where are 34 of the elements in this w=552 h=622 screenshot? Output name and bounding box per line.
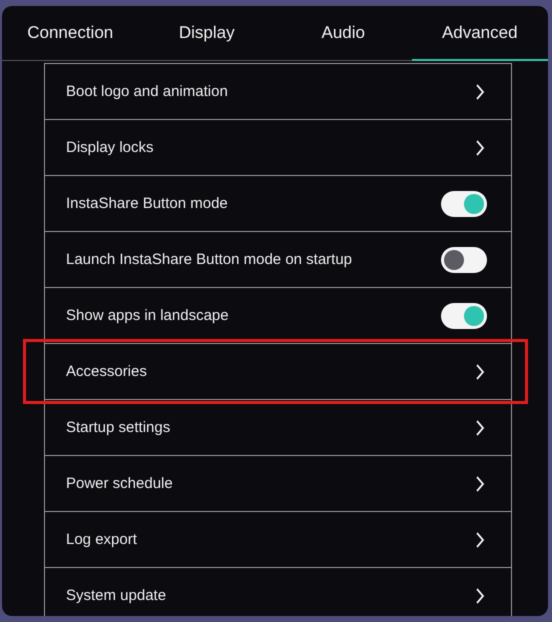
setting-label: Boot logo and animation: [66, 83, 228, 100]
chevron-right-icon: [475, 532, 485, 548]
settings-row[interactable]: Power schedule: [45, 456, 511, 512]
chevron-right-icon: [475, 588, 485, 604]
setting-label: Show apps in landscape: [66, 307, 229, 324]
settings-row[interactable]: Display locks: [45, 120, 511, 176]
settings-row[interactable]: Log export: [45, 512, 511, 568]
tab[interactable]: Audio: [275, 6, 412, 61]
settings-row[interactable]: Show apps in landscape: [45, 288, 511, 344]
setting-label: Power schedule: [66, 475, 173, 492]
toggle-switch[interactable]: [441, 246, 487, 272]
tab[interactable]: Connection: [2, 6, 138, 61]
setting-label: Display locks: [66, 139, 154, 156]
setting-label: Startup settings: [66, 419, 170, 436]
settings-row[interactable]: Launch InstaShare Button mode on startup: [45, 232, 511, 288]
tab[interactable]: Advanced: [412, 6, 548, 61]
setting-label: Log export: [66, 531, 137, 548]
tab[interactable]: Display: [138, 6, 275, 61]
chevron-right-icon: [475, 420, 485, 436]
chevron-right-icon: [475, 84, 485, 100]
chevron-right-icon: [475, 140, 485, 156]
chevron-right-icon: [475, 476, 485, 492]
settings-row[interactable]: Startup settings: [45, 400, 511, 456]
setting-label: Launch InstaShare Button mode on startup: [66, 251, 352, 268]
toggle-switch[interactable]: [441, 302, 487, 328]
settings-row[interactable]: System update: [45, 568, 511, 616]
settings-row[interactable]: Boot logo and animation: [45, 64, 511, 120]
settings-row[interactable]: InstaShare Button mode: [45, 176, 511, 232]
setting-label: Accessories: [66, 363, 147, 380]
toggle-switch[interactable]: [441, 190, 487, 216]
setting-label: InstaShare Button mode: [66, 195, 228, 212]
settings-row[interactable]: Accessories: [45, 344, 511, 400]
chevron-right-icon: [475, 364, 485, 380]
setting-label: System update: [66, 587, 166, 604]
